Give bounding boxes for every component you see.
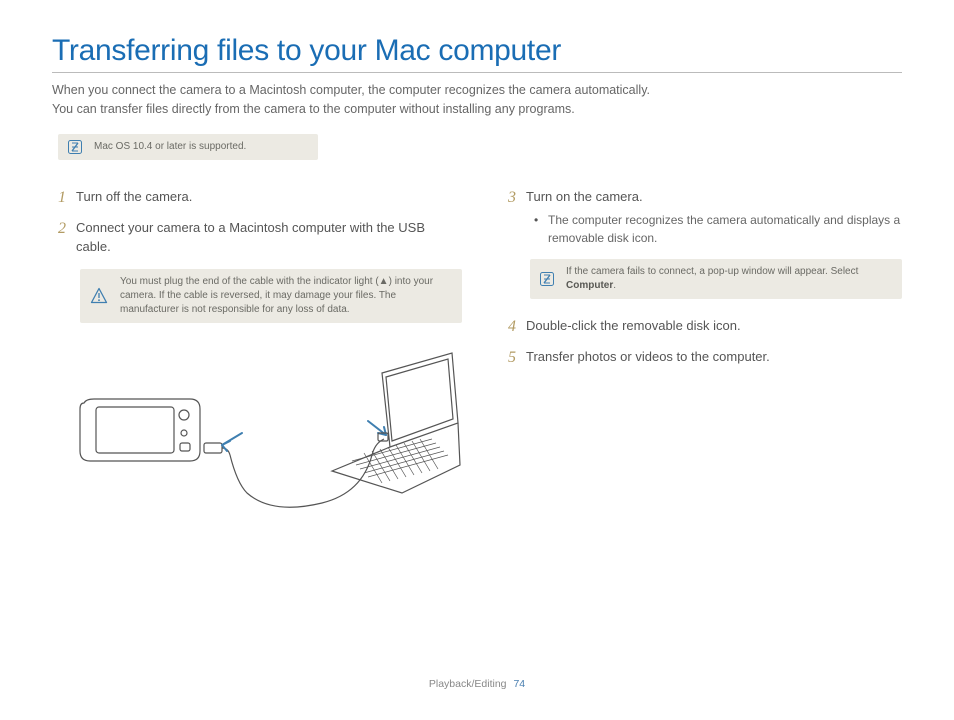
step-num: 2: [52, 219, 66, 238]
step-5: 5 Transfer photos or videos to the compu…: [502, 348, 902, 367]
connect-fail-note: If the camera fails to connect, a pop-up…: [530, 259, 902, 299]
page-footer: Playback/Editing 74: [0, 678, 954, 690]
step-num: 1: [52, 188, 66, 207]
note-bold: Computer: [566, 280, 613, 291]
support-note: Mac OS 10.4 or later is supported.: [58, 134, 318, 160]
step-3: 3 Turn on the camera. The computer recog…: [502, 188, 902, 247]
step-bullets: The computer recognizes the camera autom…: [526, 211, 902, 247]
step-text: Connect your camera to a Macintosh compu…: [76, 219, 462, 257]
step-text: Turn off the camera.: [76, 188, 192, 207]
footer-page: 74: [513, 678, 525, 690]
intro-line-2: You can transfer files directly from the…: [52, 100, 902, 119]
note-suffix: .: [613, 280, 616, 291]
title-rule: [52, 72, 902, 73]
step-text: Turn on the camera.: [526, 189, 643, 204]
left-column: 1 Turn off the camera. 2 Connect your ca…: [52, 188, 462, 528]
connect-fail-text: If the camera fails to connect, a pop-up…: [566, 265, 890, 293]
step-num: 5: [502, 348, 516, 367]
step-4: 4 Double-click the removable disk icon.: [502, 317, 902, 336]
note-prefix: If the camera fails to connect, a pop-up…: [566, 266, 858, 277]
connection-illustration: [72, 343, 462, 528]
intro-line-1: When you connect the camera to a Macinto…: [52, 81, 902, 100]
right-column: 3 Turn on the camera. The computer recog…: [502, 188, 902, 528]
step-2: 2 Connect your camera to a Macintosh com…: [52, 219, 462, 257]
bullet-item: The computer recognizes the camera autom…: [538, 211, 902, 247]
support-note-text: Mac OS 10.4 or later is supported.: [94, 140, 246, 154]
camera-laptop-svg: [72, 343, 462, 523]
step-text: Double-click the removable disk icon.: [526, 317, 741, 336]
warning-icon: [90, 287, 108, 305]
page-title: Transferring files to your Mac computer: [52, 34, 902, 68]
footer-section: Playback/Editing: [429, 678, 507, 690]
step-1: 1 Turn off the camera.: [52, 188, 462, 207]
columns: 1 Turn off the camera. 2 Connect your ca…: [52, 188, 902, 528]
warning-text: You must plug the end of the cable with …: [120, 275, 450, 317]
intro-block: When you connect the camera to a Macinto…: [52, 81, 902, 120]
step-num: 3: [502, 188, 516, 207]
step-body: Turn on the camera. The computer recogni…: [526, 188, 902, 247]
note-icon: [68, 140, 82, 154]
step-num: 4: [502, 317, 516, 336]
warning-box: You must plug the end of the cable with …: [80, 269, 462, 323]
note-icon: [540, 272, 554, 286]
step-text: Transfer photos or videos to the compute…: [526, 348, 770, 367]
